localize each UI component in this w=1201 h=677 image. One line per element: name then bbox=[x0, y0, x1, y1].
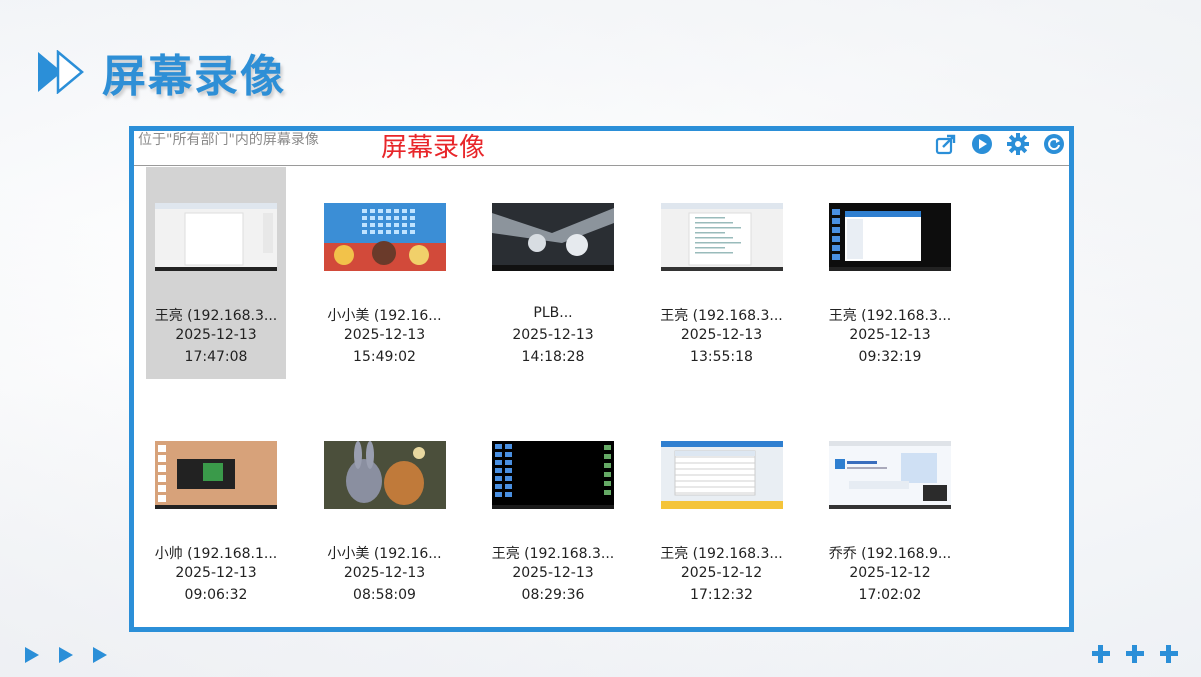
recording-name: 小小美 (192.16... bbox=[327, 546, 442, 562]
recording-thumbnail[interactable] bbox=[323, 203, 446, 271]
recording-time: 13:55:18 bbox=[690, 349, 753, 365]
arrow-icon bbox=[93, 647, 107, 663]
recording-tile[interactable]: 王亮 (192.168.3... 2025-12-13 13:55:18 bbox=[652, 167, 792, 379]
settings-icon[interactable] bbox=[1007, 133, 1029, 155]
recording-thumbnail[interactable] bbox=[660, 441, 783, 509]
recording-tile[interactable]: PLB... 2025-12-13 14:18:28 bbox=[483, 167, 623, 379]
recording-name: 王亮 (192.168.3... bbox=[660, 308, 783, 324]
recording-date: 2025-12-13 bbox=[175, 565, 257, 581]
recording-date: 2025-12-13 bbox=[680, 327, 763, 343]
recording-thumbnail[interactable] bbox=[155, 441, 277, 509]
recording-name: 小帅 (192.168.1... bbox=[154, 546, 278, 562]
slide-header: 屏幕录像 bbox=[36, 40, 286, 104]
recording-thumbnail[interactable] bbox=[492, 203, 614, 271]
screenshot-frame: 位于"所有部门"内的屏幕录像 屏幕录像 王亮 (192.168.3... 202… bbox=[129, 126, 1074, 632]
recording-date: 2025-12-12 bbox=[849, 565, 931, 581]
recording-date: 2025-12-13 bbox=[343, 565, 426, 581]
recording-name: 乔乔 (192.168.9... bbox=[828, 546, 952, 562]
recording-thumbnail[interactable] bbox=[323, 441, 446, 509]
arrow-icon bbox=[25, 647, 39, 663]
recording-thumbnail[interactable] bbox=[829, 203, 951, 271]
location-text: 位于"所有部门"内的屏幕录像 bbox=[138, 132, 319, 148]
recording-tile[interactable]: 王亮 (192.168.3... 2025-12-13 08:29:36 bbox=[483, 405, 623, 617]
footer-arrows bbox=[24, 646, 108, 664]
recording-thumbnail[interactable] bbox=[155, 203, 277, 271]
recording-tile[interactable]: 乔乔 (192.168.9... 2025-12-12 17:02:02 bbox=[820, 405, 960, 617]
share-icon[interactable] bbox=[935, 133, 957, 155]
recording-time: 17:47:08 bbox=[184, 349, 248, 365]
recording-tile[interactable]: 小小美 (192.16... 2025-12-13 08:58:09 bbox=[315, 405, 455, 617]
recording-name: 王亮 (192.168.3... bbox=[154, 308, 278, 324]
recording-name: 小小美 (192.16... bbox=[327, 308, 442, 324]
recording-time: 14:18:28 bbox=[521, 349, 585, 365]
recording-tile[interactable]: 王亮 (192.168.3... 2025-12-12 17:12:32 bbox=[652, 405, 792, 617]
recording-thumbnail[interactable] bbox=[829, 441, 951, 509]
recording-thumbnail[interactable] bbox=[660, 203, 783, 271]
recording-name: 王亮 (192.168.3... bbox=[828, 308, 952, 324]
recording-tile[interactable]: 王亮 (192.168.3... 2025-12-13 09:32:19 bbox=[820, 167, 960, 379]
recording-tile[interactable]: 王亮 (192.168.3... 2025-12-13 17:47:08 bbox=[146, 167, 286, 379]
recording-date: 2025-12-12 bbox=[680, 565, 763, 581]
recording-date: 2025-12-13 bbox=[343, 327, 426, 343]
recording-date: 2025-12-13 bbox=[512, 327, 594, 343]
arrow-icon bbox=[59, 647, 73, 663]
recording-time: 15:49:02 bbox=[353, 349, 416, 365]
recording-tile[interactable]: 小帅 (192.168.1... 2025-12-13 09:06:32 bbox=[146, 405, 286, 617]
plus-icon bbox=[1126, 645, 1144, 663]
footer-plus-signs bbox=[1092, 645, 1178, 663]
recording-time: 17:02:02 bbox=[858, 587, 922, 603]
plus-icon bbox=[1092, 645, 1110, 663]
recording-time: 17:12:32 bbox=[690, 587, 753, 603]
plus-icon bbox=[1160, 645, 1178, 663]
recording-date: 2025-12-13 bbox=[175, 327, 257, 343]
overlay-label: 屏幕录像 bbox=[381, 133, 486, 163]
recording-name: 王亮 (192.168.3... bbox=[491, 546, 615, 562]
recording-tile[interactable]: 小小美 (192.16... 2025-12-13 15:49:02 bbox=[315, 167, 455, 379]
slide-title: 屏幕录像 bbox=[102, 51, 286, 102]
play-icon[interactable] bbox=[971, 133, 993, 155]
recording-time: 08:58:09 bbox=[353, 587, 416, 603]
recording-thumbnail[interactable] bbox=[492, 441, 614, 509]
refresh-icon[interactable] bbox=[1043, 133, 1065, 155]
recording-time: 09:32:19 bbox=[858, 349, 922, 365]
recording-date: 2025-12-13 bbox=[849, 327, 931, 343]
recording-name: PLB... bbox=[533, 305, 573, 321]
recording-time: 08:29:36 bbox=[521, 587, 585, 603]
panel-toolbar: 位于"所有部门"内的屏幕录像 屏幕录像 bbox=[134, 131, 1069, 166]
recording-date: 2025-12-13 bbox=[512, 565, 594, 581]
recording-time: 09:06:32 bbox=[184, 587, 248, 603]
recording-name: 王亮 (192.168.3... bbox=[660, 546, 783, 562]
double-arrow-icon bbox=[36, 50, 88, 94]
